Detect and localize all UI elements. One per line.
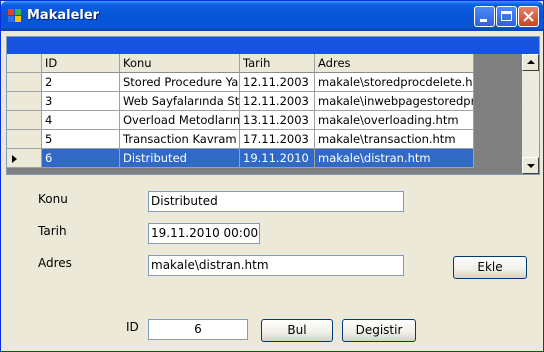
minimize-icon xyxy=(480,19,487,22)
tarih-input[interactable]: 19.11.2010 00:00:0 xyxy=(148,223,260,244)
cell-id[interactable]: 5 xyxy=(42,130,120,149)
row-header[interactable] xyxy=(7,111,42,130)
header-corner xyxy=(7,54,42,73)
cell-tarih[interactable]: 19.11.2010 xyxy=(240,149,315,168)
cell-id[interactable]: 4 xyxy=(42,111,120,130)
current-row-arrow-icon xyxy=(12,155,17,163)
maximize-icon xyxy=(501,11,512,21)
cell-tarih[interactable]: 17.11.2003 xyxy=(240,130,315,149)
id-input[interactable]: 6 xyxy=(148,319,248,340)
cell-adres[interactable]: makale\storedprocdelete.ht xyxy=(315,73,474,92)
window-title: Makaleler xyxy=(27,8,100,23)
cell-konu[interactable]: Stored Procedure Ya xyxy=(120,73,240,92)
cell-id[interactable]: 2 xyxy=(42,73,120,92)
cell-adres[interactable]: makale\transaction.htm xyxy=(315,130,474,149)
close-icon xyxy=(523,11,534,22)
row-header[interactable] xyxy=(7,92,42,111)
cell-id[interactable]: 3 xyxy=(42,92,120,111)
main-window: Makaleler ID Konu Tarih Adres 2 Stored P… xyxy=(0,0,544,352)
minimize-button[interactable] xyxy=(474,6,495,27)
cell-konu[interactable]: Web Sayfalarında St xyxy=(120,92,240,111)
scroll-up-button[interactable] xyxy=(522,54,539,71)
row-header[interactable] xyxy=(7,130,42,149)
cell-adres[interactable]: makale\overloading.htm xyxy=(315,111,474,130)
datagrid-header-row: ID Konu Tarih Adres xyxy=(7,54,474,73)
cell-konu[interactable]: Transaction Kavram xyxy=(120,130,240,149)
scroll-down-button[interactable] xyxy=(522,157,539,174)
close-button[interactable] xyxy=(518,6,539,27)
degistir-button[interactable]: Degistir xyxy=(342,319,416,342)
cell-adres[interactable]: makale\inwebpagestoredpro xyxy=(315,92,474,111)
datagrid-caption-bar xyxy=(7,37,539,54)
column-header-id[interactable]: ID xyxy=(42,54,120,73)
adres-label: Adres xyxy=(38,256,72,270)
column-header-adres[interactable]: Adres xyxy=(315,54,474,73)
cell-tarih[interactable]: 13.11.2003 xyxy=(240,111,315,130)
ekle-button[interactable]: Ekle xyxy=(453,256,527,279)
table-row[interactable]: 2 Stored Procedure Ya 12.11.2003 makale\… xyxy=(7,73,474,92)
column-header-konu[interactable]: Konu xyxy=(120,54,240,73)
row-header[interactable] xyxy=(7,73,42,92)
table-row[interactable]: 5 Transaction Kavram 17.11.2003 makale\t… xyxy=(7,130,474,149)
table-row[interactable]: 4 Overload Metodların 13.11.2003 makale\… xyxy=(7,111,474,130)
vertical-scrollbar[interactable] xyxy=(522,54,539,174)
cell-konu[interactable]: Distributed xyxy=(120,149,240,168)
bul-button[interactable]: Bul xyxy=(261,319,333,342)
table-row-selected[interactable]: 6 Distributed 19.11.2010 makale\distran.… xyxy=(7,149,474,168)
cell-konu[interactable]: Overload Metodların xyxy=(120,111,240,130)
id-label: ID xyxy=(126,320,139,334)
adres-input[interactable]: makale\distran.htm xyxy=(148,255,404,276)
cell-tarih[interactable]: 12.11.2003 xyxy=(240,73,315,92)
app-window-icon xyxy=(7,8,23,24)
konu-input[interactable]: Distributed xyxy=(148,191,404,212)
tarih-label: Tarih xyxy=(38,224,67,238)
articles-datagrid[interactable]: ID Konu Tarih Adres 2 Stored Procedure Y… xyxy=(6,36,540,175)
row-header-current[interactable] xyxy=(7,149,42,168)
column-header-tarih[interactable]: Tarih xyxy=(240,54,315,73)
scroll-down-arrow-icon xyxy=(527,164,535,168)
title-bar[interactable]: Makaleler xyxy=(1,1,543,31)
scroll-up-arrow-icon xyxy=(527,60,535,64)
maximize-button[interactable] xyxy=(496,6,517,27)
konu-label: Konu xyxy=(38,192,68,206)
cell-adres[interactable]: makale\distran.htm xyxy=(315,149,474,168)
cell-id[interactable]: 6 xyxy=(42,149,120,168)
table-row[interactable]: 3 Web Sayfalarında St 12.11.2003 makale\… xyxy=(7,92,474,111)
cell-tarih[interactable]: 12.11.2003 xyxy=(240,92,315,111)
